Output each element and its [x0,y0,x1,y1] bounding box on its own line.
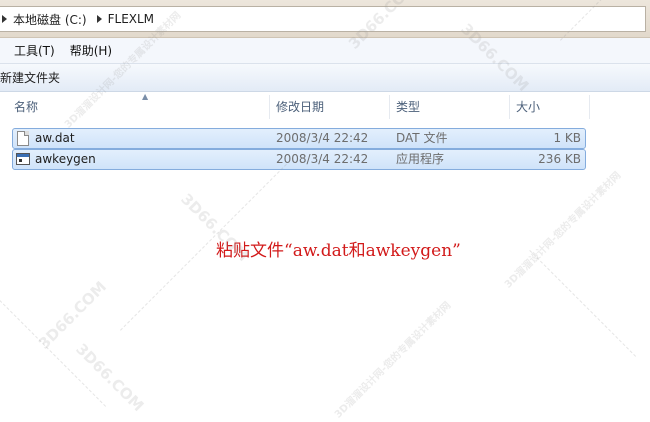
file-name: awkeygen [35,152,96,166]
file-row[interactable]: aw.dat 2008/3/4 22:42 DAT 文件 1 KB [12,128,586,149]
watermark-slogan: 3D溜溜设计网-您的专属设计素材网 [502,170,624,291]
column-name[interactable]: 名称 ▲ [8,92,270,119]
breadcrumb-arrow-icon[interactable] [96,15,102,23]
new-folder-button[interactable]: 新建文件夹 [0,69,60,86]
breadcrumb-drive[interactable]: 本地磁盘 (C:) [13,11,87,28]
file-icon [17,131,29,146]
column-type[interactable]: 类型 [390,95,510,119]
menu-bar: 工具(T) 帮助(H) [0,38,650,64]
column-name-label: 名称 [14,100,39,114]
watermark-slogan: 3D溜溜设计网-您的专属设计素材网 [332,300,454,421]
column-header: 名称 ▲ 修改日期 类型 大小 [0,92,650,119]
file-type: DAT 文件 [396,131,448,145]
instruction-annotation: 粘贴文件“aw.dat和awkeygen” [216,241,461,261]
command-bar: 新建文件夹 [0,64,650,92]
file-size: 236 KB [538,152,581,166]
address-box[interactable]: 本地磁盘 (C:) FLEXLM [0,6,646,32]
file-date: 2008/3/4 22:42 [276,131,369,145]
sort-ascending-icon: ▲ [142,92,149,101]
file-size: 1 KB [553,131,581,145]
watermark-site: 3D66.COM [35,277,111,353]
menu-help[interactable]: 帮助(H) [70,42,112,59]
column-size[interactable]: 大小 [510,95,590,119]
column-type-label: 类型 [396,100,421,114]
watermark-site: 3D66.COM [72,340,148,416]
breadcrumb-arrow-icon[interactable] [2,15,7,23]
file-row[interactable]: awkeygen 2008/3/4 22:42 应用程序 236 KB [12,149,586,170]
column-date-label: 修改日期 [276,100,325,114]
watermark-line [0,300,107,407]
breadcrumb-folder[interactable]: FLEXLM [108,12,154,26]
file-type: 应用程序 [396,152,445,166]
column-date[interactable]: 修改日期 [270,95,390,119]
address-bar: 本地磁盘 (C:) FLEXLM [0,0,650,38]
watermark-line [529,250,637,357]
column-size-label: 大小 [516,100,541,114]
exe-icon [16,153,30,165]
file-date: 2008/3/4 22:42 [276,152,369,166]
menu-tools[interactable]: 工具(T) [14,42,55,59]
file-name: aw.dat [35,131,75,145]
